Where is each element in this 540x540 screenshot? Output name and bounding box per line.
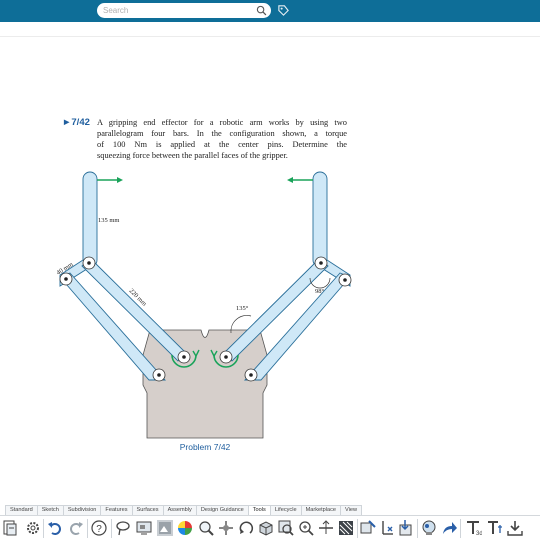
search-icon[interactable]	[256, 5, 267, 16]
zoom-window-icon[interactable]	[277, 519, 295, 537]
left-finger	[82, 171, 98, 268]
gripper-base	[142, 329, 268, 439]
image-icon[interactable]	[156, 519, 174, 537]
toolbar-separator	[111, 519, 112, 538]
display-panel-icon[interactable]	[135, 519, 153, 537]
problem-line: parallelogram four bars. In the configur…	[97, 129, 347, 138]
redo-icon[interactable]	[67, 519, 85, 537]
problem-figure: ►7/42 A gripping end effector for a robo…	[55, 115, 355, 455]
download-icon[interactable]	[506, 519, 524, 537]
tab-marketplace[interactable]: Marketplace	[300, 505, 342, 515]
pattern-icon[interactable]	[337, 519, 355, 537]
toolbar-separator	[460, 519, 461, 538]
magnify-icon[interactable]	[297, 519, 315, 537]
toolbar-separator	[417, 519, 418, 538]
divider	[0, 36, 540, 37]
svg-text:?: ?	[96, 524, 102, 535]
render-icon[interactable]	[257, 519, 275, 537]
right-linkage	[223, 171, 351, 381]
tab-sketch[interactable]: Sketch	[36, 505, 64, 515]
problem-line: A gripping end effector for a robotic ar…	[97, 118, 347, 127]
gripper-diagram: 135 mm 40 mm 220 mm 135° 98°	[55, 171, 352, 439]
ribbon-tabs: Standard Sketch Subdivision Features Sur…	[5, 505, 363, 515]
dimension-icon[interactable]	[485, 519, 503, 537]
problem-line: squeezing force between the parallel fac…	[97, 151, 288, 160]
problem-number: ►7/42	[62, 117, 90, 128]
tab-lifecycle[interactable]: Lifecycle	[269, 505, 302, 515]
search-input[interactable]	[103, 4, 253, 17]
rotate-icon[interactable]	[237, 519, 255, 537]
color-wheel-icon[interactable]	[176, 519, 194, 537]
new-document-icon[interactable]	[1, 519, 19, 537]
svg-text:3d: 3d	[476, 531, 482, 537]
lasso-icon[interactable]	[114, 519, 132, 537]
tab-features[interactable]: Features	[100, 505, 133, 515]
tab-surfaces[interactable]: Surfaces	[131, 505, 164, 515]
toolbar-separator	[357, 519, 358, 538]
move-icon[interactable]	[217, 519, 235, 537]
help-icon[interactable]: ?	[90, 519, 108, 537]
tab-assembly[interactable]: Assembly	[162, 505, 197, 515]
problem-line: of 100 Nm is applied at the center pins.…	[97, 140, 347, 149]
left-linkage	[59, 171, 187, 381]
mate-icon[interactable]	[378, 519, 396, 537]
settings-icon[interactable]	[24, 519, 42, 537]
share-icon[interactable]	[440, 519, 458, 537]
top-header-bar	[0, 0, 540, 22]
right-finger	[312, 171, 328, 268]
tab-subdivision[interactable]: Subdivision	[62, 505, 102, 515]
force-arrows	[97, 177, 313, 183]
tab-tools[interactable]: Tools	[247, 505, 271, 515]
import-icon[interactable]	[397, 519, 415, 537]
appearance-icon[interactable]	[420, 519, 438, 537]
tag-icon[interactable]	[277, 4, 290, 17]
dim-angle-98: 98°	[315, 288, 325, 295]
undo-icon[interactable]	[46, 519, 64, 537]
toolbar-separator	[87, 519, 88, 538]
dim-angle-135: 135°	[236, 305, 249, 312]
dim-finger-length: 135 mm	[98, 217, 120, 224]
figure-caption: Problem 7/42	[179, 442, 231, 452]
search-box[interactable]	[97, 3, 271, 18]
tab-view[interactable]: View	[340, 505, 363, 515]
section-icon[interactable]	[317, 519, 335, 537]
text-icon[interactable]: 3d	[464, 519, 482, 537]
toolbar: ? 3d	[0, 515, 540, 540]
toolbar-separator	[43, 519, 44, 538]
tab-standard[interactable]: Standard	[5, 505, 38, 515]
tab-design-guidance[interactable]: Design Guidance	[195, 505, 249, 515]
decal-icon[interactable]	[359, 519, 377, 537]
measure-icon[interactable]	[197, 519, 215, 537]
